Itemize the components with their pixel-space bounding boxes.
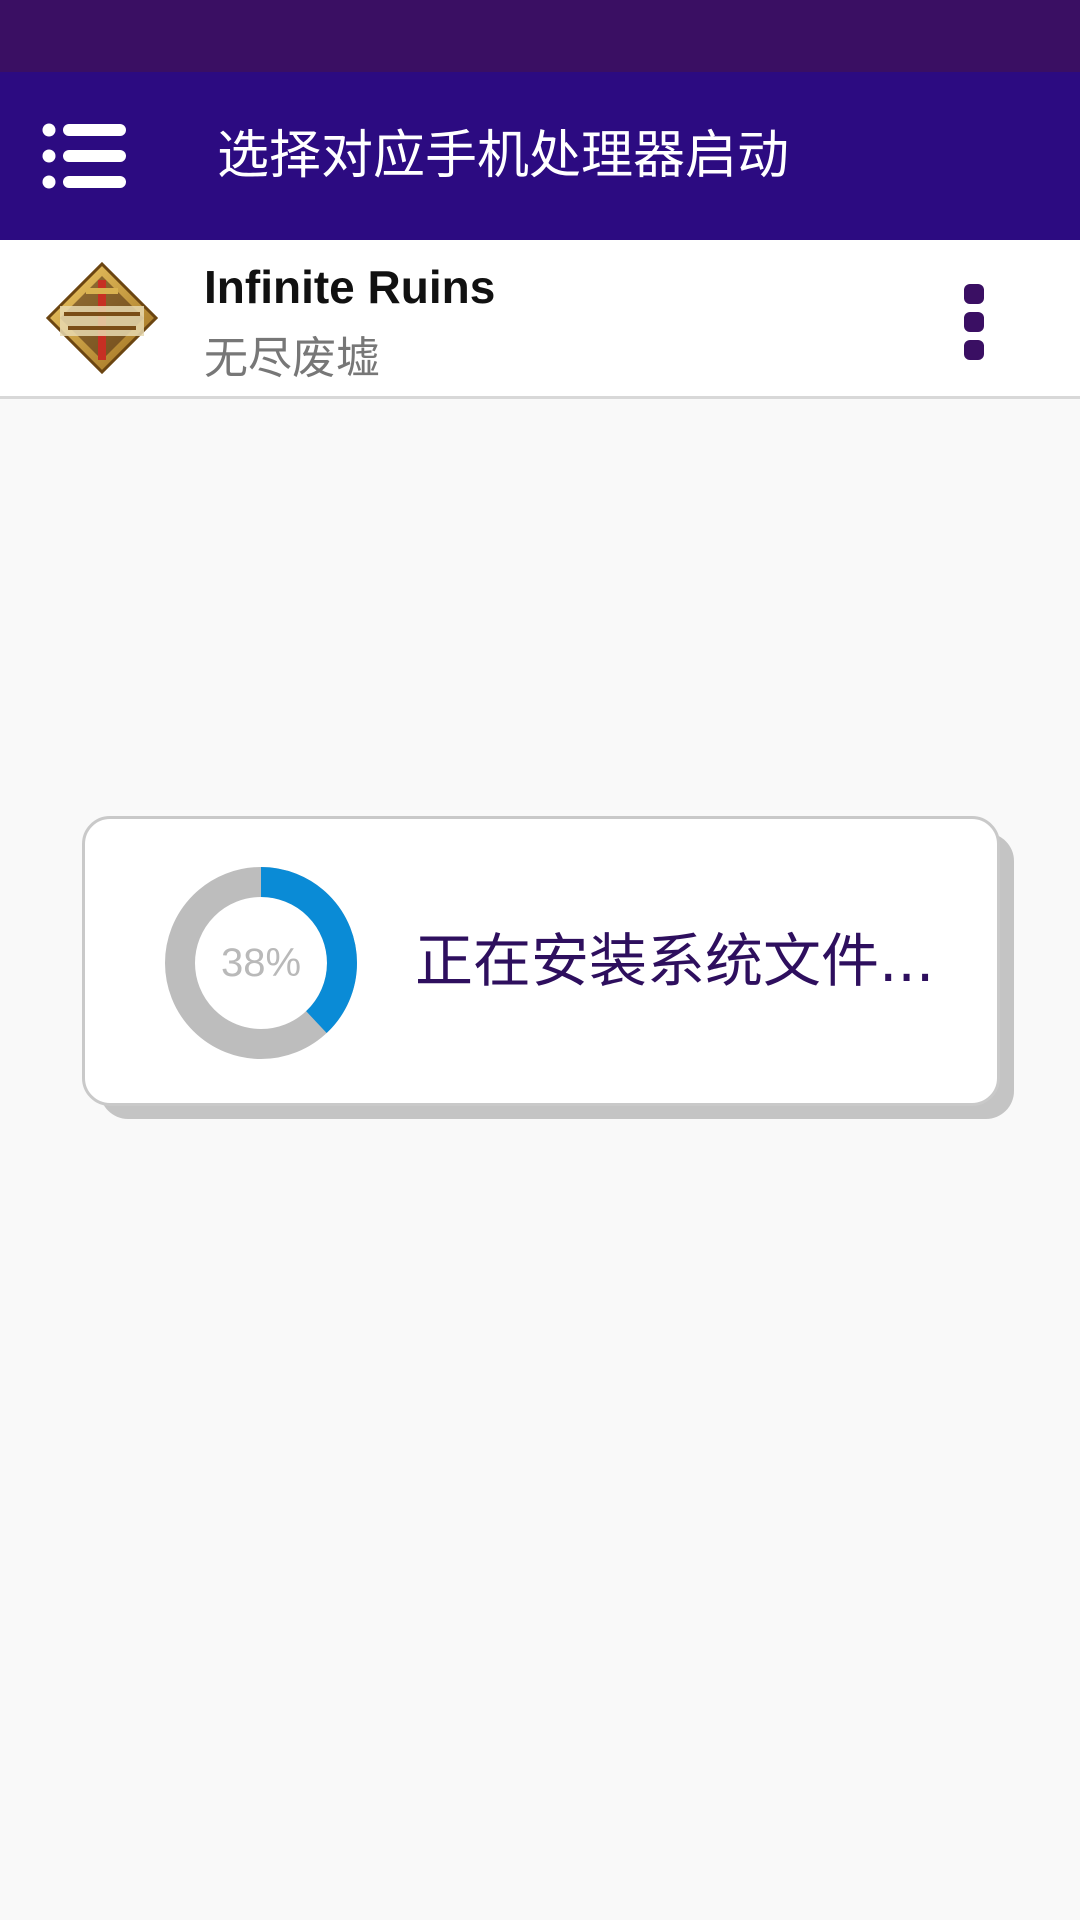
game-subtitle: 无尽废墟 xyxy=(204,333,380,384)
progress-percent: 38% xyxy=(220,941,302,985)
game-logo-icon xyxy=(46,262,158,374)
more-vertical-icon[interactable] xyxy=(950,272,998,368)
install-status-message: 正在安装系统文件... xyxy=(415,927,935,995)
game-list-item[interactable]: Infinite Ruins 无尽废墟 xyxy=(0,240,1080,399)
page-title: 选择对应手机处理器启动 xyxy=(217,126,790,186)
menu-icon[interactable] xyxy=(42,122,126,190)
game-title: Infinite Ruins xyxy=(204,261,496,313)
install-progress-dialog: 38% 正在安装系统文件... xyxy=(82,816,1000,1106)
status-bar xyxy=(0,0,1080,72)
app-bar: 选择对应手机处理器启动 xyxy=(0,72,1080,240)
